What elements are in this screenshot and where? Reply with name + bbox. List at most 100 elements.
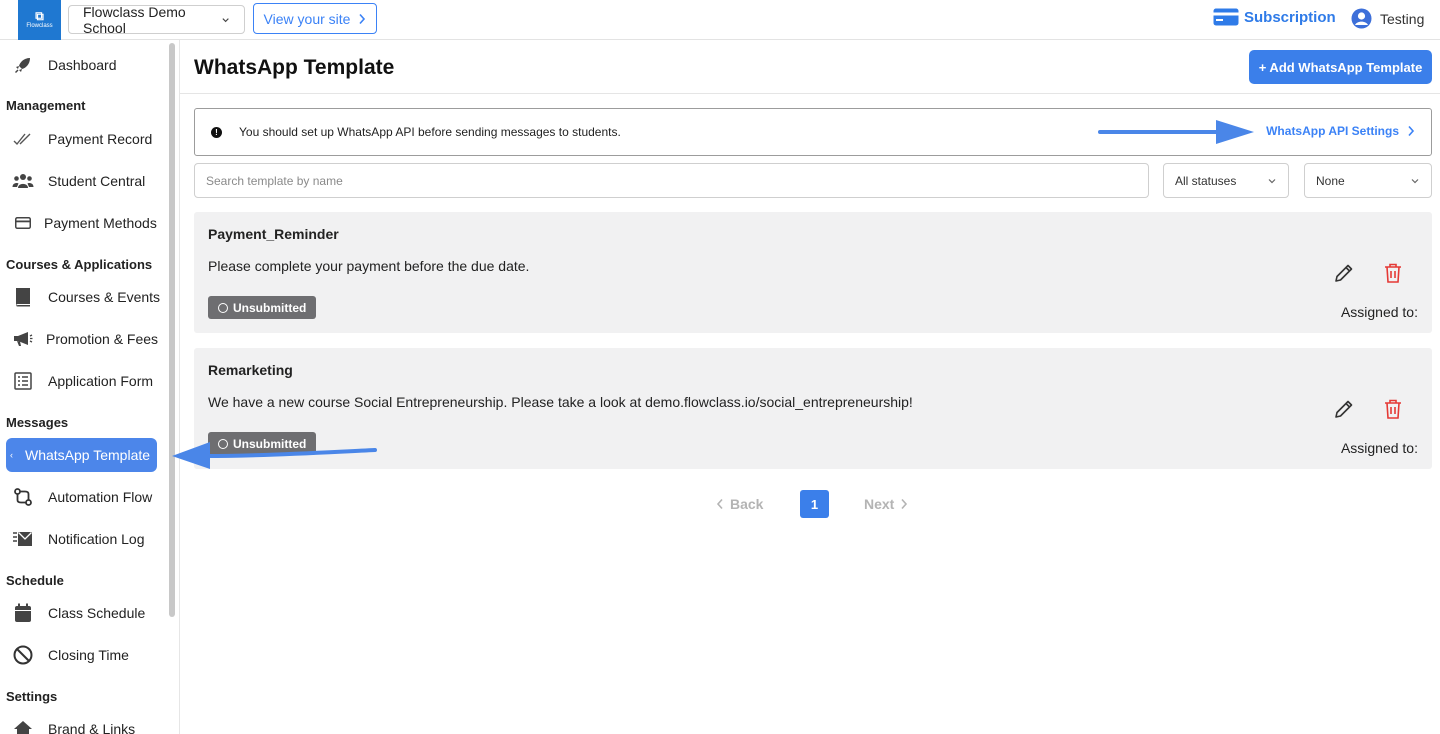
rocket-icon	[15, 58, 30, 73]
template-card: Payment_Reminder Please complete your pa…	[194, 212, 1432, 333]
book-icon	[16, 288, 30, 307]
sidebar-item-label: Payment Record	[48, 131, 153, 147]
sidebar-heading-schedule: Schedule	[6, 573, 64, 588]
users-icon	[12, 174, 34, 188]
chevron-right-icon	[901, 498, 908, 510]
sidebar-item-brand-links[interactable]: Brand & Links	[12, 712, 162, 734]
calendar-icon	[15, 603, 31, 622]
form-icon	[14, 372, 32, 390]
sidebar: Dashboard Management Payment Record Stud…	[0, 40, 180, 734]
status-filter-value: All statuses	[1175, 173, 1237, 188]
sidebar-heading-courses-applications: Courses & Applications	[6, 257, 153, 272]
status-badge: Unsubmitted	[208, 432, 317, 455]
sidebar-heading-settings: Settings	[6, 689, 58, 704]
sidebar-item-closing-time[interactable]: Closing Time	[12, 638, 162, 672]
template-body: We have a new course Social Entrepreneur…	[208, 394, 913, 410]
trash-icon[interactable]	[1383, 398, 1403, 420]
assigned-to-label: Assigned to:	[1340, 440, 1418, 456]
chevron-down-icon	[1268, 178, 1276, 183]
prohibited-icon	[13, 645, 33, 665]
template-name: Remarketing	[208, 362, 293, 378]
flow-icon	[14, 488, 32, 506]
sidebar-item-label: Class Schedule	[48, 605, 146, 621]
school-name: Flowclass Demo School	[83, 3, 186, 36]
info-icon: !	[211, 126, 222, 138]
chevron-left-icon	[716, 498, 723, 510]
logo-text: Flowclass	[26, 23, 53, 30]
pagination-page-1[interactable]: 1	[800, 490, 829, 518]
sidebar-item-notification-log[interactable]: Notification Log	[12, 522, 162, 556]
assigned-to-label: Assigned to:	[1340, 304, 1418, 320]
user-name: Testing	[1380, 10, 1425, 27]
sidebar-heading-messages: Messages	[6, 415, 69, 430]
sidebar-item-payment-methods[interactable]: Payment Methods	[12, 206, 162, 240]
sidebar-item-label: Brand & Links	[48, 721, 136, 734]
sidebar-item-promotion-fees[interactable]: Promotion & Fees	[12, 322, 162, 356]
envelope-list-icon	[13, 532, 32, 546]
sidebar-item-label: Application Form	[48, 373, 154, 389]
sidebar-item-label: Dashboard	[48, 57, 117, 73]
school-selector[interactable]: Flowclass Demo School	[68, 3, 245, 36]
circle-icon	[218, 438, 228, 449]
chevron-down-icon	[1411, 178, 1419, 183]
credit-card-icon	[1213, 8, 1239, 26]
sidebar-item-student-central[interactable]: Student Central	[12, 164, 162, 198]
template-name: Payment_Reminder	[208, 226, 339, 242]
api-setup-notice: ! You should set up WhatsApp API before …	[194, 108, 1432, 156]
pencil-icon[interactable]	[1333, 398, 1355, 420]
pencil-icon[interactable]	[1333, 262, 1355, 284]
sidebar-item-payment-record[interactable]: Payment Record	[12, 122, 162, 156]
sidebar-item-label: Payment Methods	[44, 215, 157, 231]
sidebar-item-label: Promotion & Fees	[46, 331, 159, 347]
sidebar-item-label: Courses & Events	[48, 289, 161, 305]
secondary-filter-select[interactable]: None	[1304, 163, 1432, 198]
pagination-back-button[interactable]: Back	[716, 490, 763, 518]
sidebar-item-dashboard[interactable]: Dashboard	[12, 48, 162, 82]
status-badge: Unsubmitted	[208, 296, 317, 319]
view-site-button[interactable]: View your site	[253, 3, 377, 34]
chevron-right-icon	[1408, 125, 1415, 137]
sidebar-item-label: Notification Log	[48, 531, 145, 547]
logo-mark-icon: ⧉	[35, 9, 44, 24]
top-bar: ⧉ Flowclass Flowclass Demo School View y…	[0, 0, 1440, 40]
chevron-left-icon: ‹	[10, 450, 13, 460]
user-avatar-icon	[1351, 8, 1372, 29]
home-icon	[14, 721, 32, 734]
back-label: Back	[730, 496, 764, 512]
chevron-right-icon	[359, 13, 366, 24]
status-filter-select[interactable]: All statuses	[1163, 163, 1289, 198]
status-badge-label: Unsubmitted	[233, 300, 307, 315]
whatsapp-api-settings-link[interactable]: WhatsApp API Settings	[1266, 124, 1415, 138]
trash-icon[interactable]	[1383, 262, 1403, 284]
status-badge-label: Unsubmitted	[233, 436, 307, 451]
sidebar-item-label: Closing Time	[48, 647, 129, 663]
header-divider	[180, 93, 1440, 94]
sidebar-scrollbar[interactable]	[169, 43, 175, 617]
sidebar-item-label: Automation Flow	[48, 489, 153, 505]
double-check-icon	[13, 133, 31, 146]
sidebar-item-application-form[interactable]: Application Form	[12, 364, 162, 398]
sidebar-item-courses-events[interactable]: Courses & Events	[12, 280, 162, 314]
page-title: WhatsApp Template	[194, 56, 395, 79]
search-template-input[interactable]	[194, 163, 1149, 198]
subscription-link[interactable]: Subscription	[1213, 8, 1336, 26]
template-body: Please complete your payment before the …	[208, 258, 530, 274]
user-menu[interactable]: Testing	[1351, 8, 1424, 29]
pagination-next-button[interactable]: Next	[864, 490, 908, 518]
chevron-down-icon	[222, 17, 229, 22]
secondary-filter-value: None	[1316, 173, 1345, 188]
notice-text: You should set up WhatsApp API before se…	[239, 125, 621, 139]
subscription-label: Subscription	[1244, 8, 1336, 26]
add-whatsapp-template-button[interactable]: + Add WhatsApp Template	[1249, 50, 1432, 84]
sidebar-item-automation-flow[interactable]: Automation Flow	[12, 480, 162, 514]
sidebar-item-label: WhatsApp Template	[25, 447, 151, 463]
view-site-label: View your site	[263, 10, 351, 27]
sidebar-heading-management: Management	[6, 98, 86, 113]
megaphone-icon	[14, 332, 33, 346]
circle-icon	[218, 302, 228, 313]
sidebar-item-whatsapp-template[interactable]: ‹ WhatsApp Template	[6, 438, 157, 472]
sidebar-item-class-schedule[interactable]: Class Schedule	[12, 596, 162, 630]
card-icon	[15, 217, 31, 229]
next-label: Next	[864, 496, 895, 512]
flowclass-logo[interactable]: ⧉ Flowclass	[18, 0, 61, 40]
